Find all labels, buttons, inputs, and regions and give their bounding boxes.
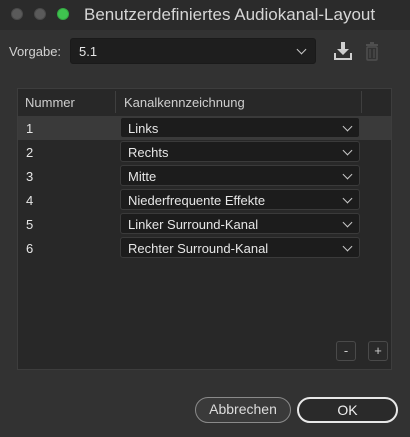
remove-channel-button[interactable]: - (336, 341, 356, 361)
chevron-down-icon (342, 145, 353, 156)
delete-preset-button[interactable] (361, 40, 383, 62)
channel-label-value: Rechter Surround-Kanal (128, 241, 269, 256)
chevron-down-icon (342, 169, 353, 180)
chevron-down-icon (342, 121, 353, 132)
channel-label-dropdown[interactable]: Rechts (120, 141, 360, 162)
channel-label-dropdown[interactable]: Links (120, 117, 360, 138)
ok-button[interactable]: OK (297, 397, 398, 423)
table-body: 1 Links 2 Rechts 3 Mitte 4 Niederfrequen… (18, 116, 391, 260)
table-row[interactable]: 1 Links (18, 116, 391, 140)
channel-label-value: Linker Surround-Kanal (128, 217, 259, 232)
channel-number: 4 (26, 193, 34, 208)
table-row[interactable]: 6 Rechter Surround-Kanal (18, 236, 391, 260)
chevron-down-icon (342, 241, 353, 252)
table-row[interactable]: 4 Niederfrequente Effekte (18, 188, 391, 212)
table-row[interactable]: 2 Rechts (18, 140, 391, 164)
chevron-down-icon (342, 217, 353, 228)
channel-number: 3 (26, 169, 34, 184)
title-bar: Benutzerdefiniertes Audiokanal-Layout (0, 0, 410, 30)
channel-label-dropdown[interactable]: Niederfrequente Effekte (120, 189, 360, 210)
close-window-button[interactable] (11, 8, 23, 20)
channel-label-dropdown[interactable]: Linker Surround-Kanal (120, 213, 360, 234)
column-header-channel-label: Kanalkennzeichnung (124, 95, 245, 110)
chevron-down-icon (342, 193, 353, 204)
cancel-button[interactable]: Abbrechen (195, 397, 291, 423)
channel-number: 1 (26, 121, 34, 136)
chevron-down-icon (296, 44, 307, 55)
preset-label: Vorgabe: (9, 44, 62, 59)
download-save-icon (334, 42, 352, 60)
channel-label-value: Niederfrequente Effekte (128, 193, 266, 208)
channel-label-value: Rechts (128, 145, 169, 160)
trash-icon (366, 42, 378, 61)
channel-number: 5 (26, 217, 34, 232)
channel-table: Nummer Kanalkennzeichnung 1 Links 2 Rech… (17, 88, 392, 370)
channel-label-value: Links (128, 121, 159, 136)
column-divider (115, 91, 116, 113)
column-header-number: Nummer (25, 95, 75, 110)
column-divider (361, 91, 362, 113)
save-preset-button[interactable] (332, 40, 354, 62)
table-header: Nummer Kanalkennzeichnung (18, 89, 391, 115)
window-title: Benutzerdefiniertes Audiokanal-Layout (84, 5, 376, 24)
channel-label-dropdown[interactable]: Rechter Surround-Kanal (120, 237, 360, 258)
channel-number: 2 (26, 145, 34, 160)
table-row[interactable]: 3 Mitte (18, 164, 391, 188)
channel-number: 6 (26, 241, 34, 256)
add-channel-button[interactable]: + (368, 341, 388, 361)
channel-label-value: Mitte (128, 169, 157, 184)
minimize-window-button[interactable] (34, 8, 46, 20)
table-row[interactable]: 5 Linker Surround-Kanal (18, 212, 391, 236)
preset-value: 5.1 (79, 44, 98, 59)
zoom-window-button[interactable] (57, 8, 69, 20)
preset-dropdown[interactable]: 5.1 (70, 38, 316, 64)
channel-label-dropdown[interactable]: Mitte (120, 165, 360, 186)
